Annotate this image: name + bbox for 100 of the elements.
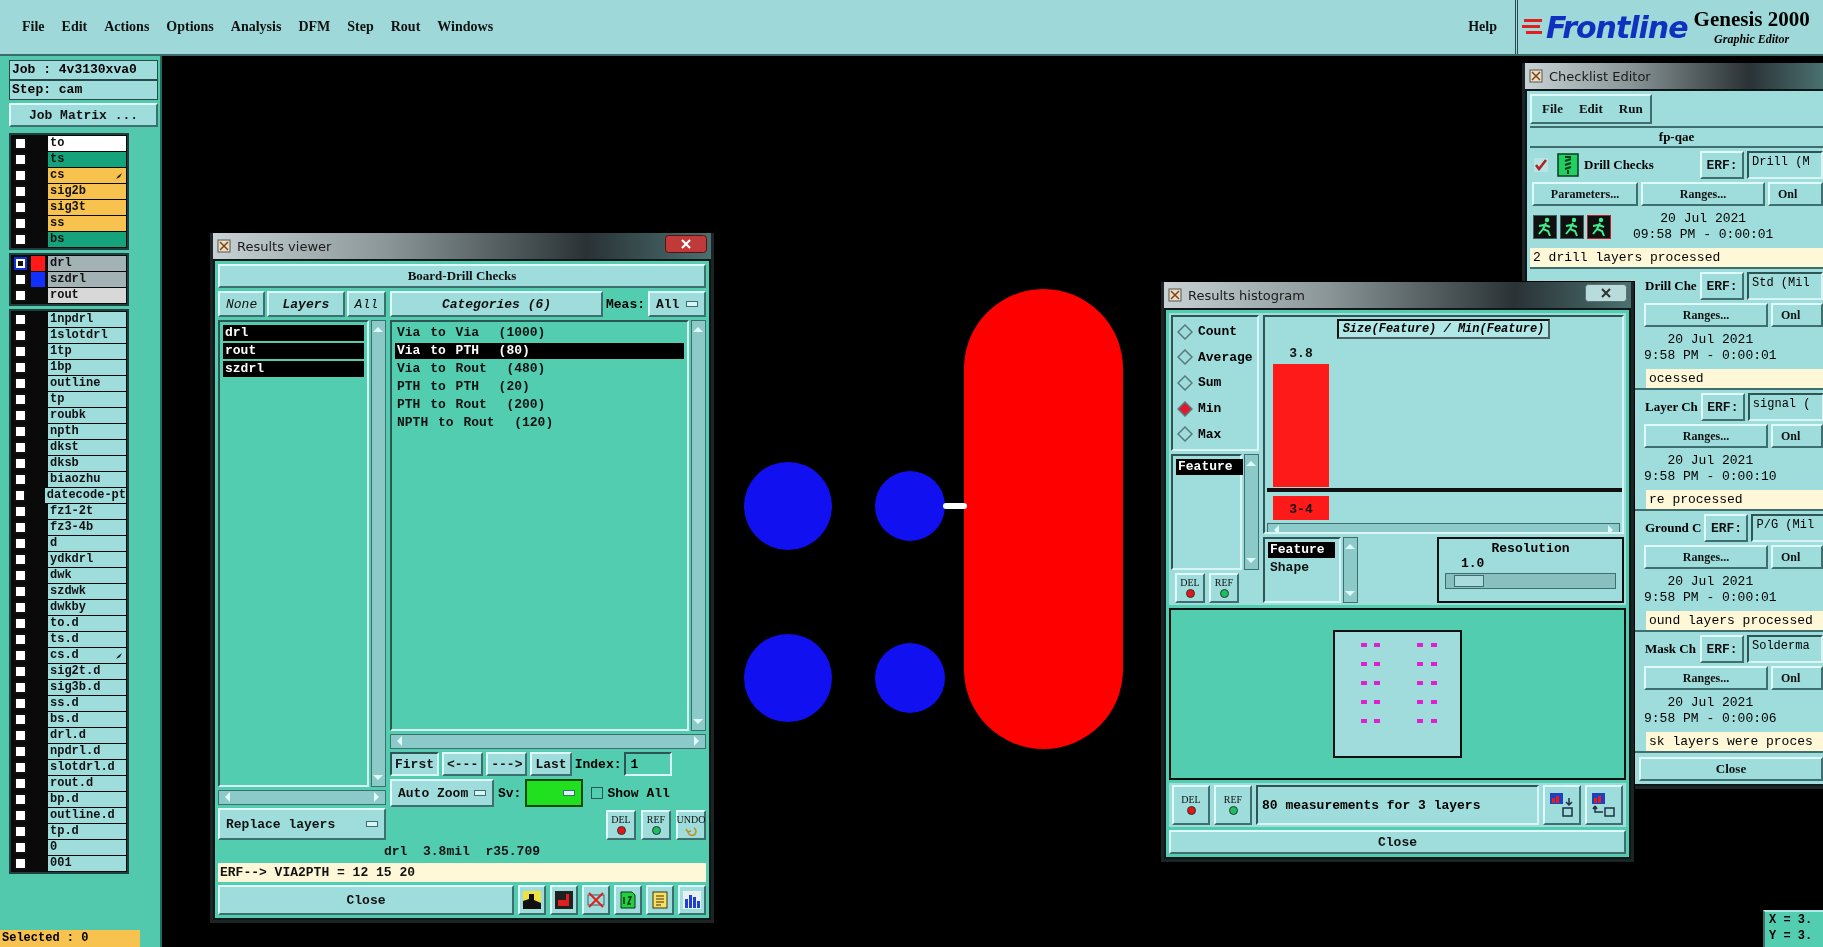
layer-name[interactable]: tp [48,392,126,407]
layer-checkbox[interactable] [14,409,27,422]
layer-checkbox[interactable] [14,273,27,286]
layer-checkbox[interactable] [14,777,27,790]
layer-name[interactable]: outline [48,376,126,391]
menu-item[interactable]: File [22,19,45,35]
category-item[interactable]: Via to PTH (80) [395,343,684,359]
navigation-button[interactable]: ---> [486,752,528,776]
tool-button[interactable]: REF [641,810,671,840]
layer-item[interactable]: szdrl [223,361,364,377]
check-checkbox[interactable] [1534,158,1548,172]
index-field[interactable]: 1 [624,752,673,776]
layer-name[interactable]: ss [48,216,126,231]
ranges-button[interactable]: Ranges... [1644,424,1768,448]
layer-checkbox[interactable] [14,553,27,566]
layer-checkbox[interactable] [14,633,27,646]
auto-zoom-dropdown[interactable]: Auto Zoom [390,779,494,807]
layer-checkbox[interactable] [14,745,27,758]
layer-name[interactable]: ts [48,152,126,167]
layer-name[interactable]: drl.d [48,728,126,743]
layer-checkbox[interactable] [14,233,27,246]
layer-name[interactable]: dksb [48,456,126,471]
layer-checkbox[interactable] [14,169,27,182]
category-item[interactable]: Via to Rout (480) [395,361,684,377]
scrollbar[interactable] [1244,454,1259,570]
scrollbar[interactable] [218,790,386,805]
layer-name[interactable]: drl [48,256,126,271]
layer-name[interactable]: ts.d [48,632,126,647]
ranges-button[interactable]: Ranges... [1644,545,1768,569]
layer-name[interactable]: cs [48,168,126,183]
layer-name[interactable]: dwkby [48,600,126,615]
layer-checkbox[interactable] [14,761,27,774]
ranges-button[interactable]: Ranges... [1644,666,1768,690]
category-item[interactable]: PTH to Rout (200) [395,397,684,413]
layer-name[interactable]: roubk [48,408,126,423]
scrollbar[interactable] [691,320,706,731]
categories-button[interactable]: Categories (6) [390,291,603,317]
resolution-slider[interactable] [1445,573,1616,589]
layer-checkbox[interactable] [14,857,27,870]
scrollbar[interactable] [371,320,386,787]
menu-item[interactable]: Step [347,19,374,35]
scrollbar[interactable] [390,734,706,749]
layer-name[interactable]: szdwk [48,584,126,599]
layer-name[interactable]: sig2t.d [48,664,126,679]
menu-item[interactable]: DFM [298,19,331,35]
running-figure-icon[interactable] [1533,215,1557,239]
layer-name[interactable]: ydkdrl [48,552,126,567]
layer-name[interactable]: dwk [48,568,126,583]
measure-radio[interactable]: Count [1177,323,1253,340]
layer-name[interactable]: outline.d [48,808,126,823]
close-icon[interactable] [665,235,707,253]
running-figure-icon[interactable] [1587,215,1611,239]
layer-checkbox[interactable] [14,537,27,550]
layer-checkbox[interactable] [14,329,27,342]
navigation-button[interactable]: First [390,752,439,776]
only-button[interactable]: Onl [1771,545,1823,569]
group-item[interactable]: Shape [1268,560,1319,576]
sv-dropdown[interactable] [525,779,584,807]
layer-checkbox[interactable] [14,313,27,326]
layer-name[interactable]: 0 [48,840,126,855]
close-button[interactable]: Close [218,885,514,915]
only-button[interactable]: Onl [1768,182,1823,206]
parameters-button[interactable]: Parameters... [1532,182,1638,206]
replace-layers-dropdown[interactable]: Replace layers [218,808,386,840]
measure-radio[interactable]: Max [1177,426,1253,443]
job-matrix-button[interactable]: Job Matrix ... [9,103,158,127]
toolbar-button[interactable] [614,885,642,915]
layer-checkbox[interactable] [14,617,27,630]
toolbar-button[interactable] [1585,785,1623,825]
ranges-button[interactable]: Ranges... [1641,182,1765,206]
layer-name[interactable]: 1npdrl [48,312,126,327]
tool-button[interactable]: UNDO [676,810,706,840]
menu-item[interactable]: Options [166,19,214,35]
measure-radio[interactable]: Min [1177,400,1253,417]
only-button[interactable]: Onl [1771,303,1823,327]
layer-item[interactable]: rout [223,343,364,359]
layer-checkbox[interactable] [14,825,27,838]
layer-name[interactable]: dkst [48,440,126,455]
running-figure-icon[interactable] [1560,215,1584,239]
only-button[interactable]: Onl [1771,666,1823,690]
layer-checkbox[interactable] [14,393,27,406]
tool-button[interactable]: DEL [606,810,636,840]
layer-checkbox[interactable] [14,153,27,166]
menu-item[interactable]: Edit [61,19,88,35]
layer-name[interactable]: to [48,136,126,151]
layer-checkbox[interactable] [14,665,27,678]
layer-name[interactable]: sig3b.d [48,680,126,695]
close-button[interactable]: Close [1639,757,1823,781]
menu-item[interactable]: Rout [390,19,421,35]
layer-name[interactable]: cs.d [48,648,126,663]
layer-name[interactable]: fz3-4b [48,520,126,535]
layer-checkbox[interactable] [14,489,26,502]
layer-checkbox[interactable] [14,425,27,438]
layer-checkbox[interactable] [14,697,27,710]
erf-button[interactable]: ERF: [1704,514,1749,542]
measure-radio[interactable]: Sum [1177,375,1253,391]
measure-radio[interactable]: Average [1177,349,1253,366]
tool-button[interactable]: DEL [1175,573,1205,603]
menu-item[interactable]: File [1542,101,1563,117]
layer-item[interactable]: drl [223,325,364,341]
